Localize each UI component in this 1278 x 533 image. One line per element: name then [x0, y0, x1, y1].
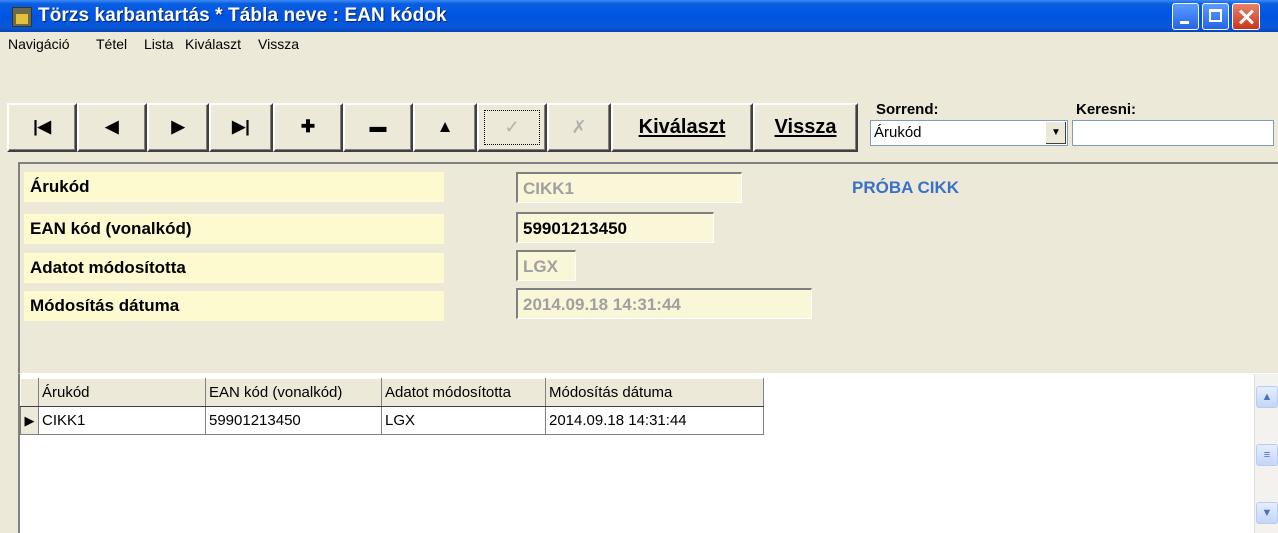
vertical-scrollbar[interactable]: ▲ ≡ ▼ [1254, 374, 1278, 533]
close-button[interactable] [1232, 3, 1260, 30]
check-icon: ✓ [504, 117, 520, 137]
first-record-icon: |◀ [33, 117, 51, 136]
title-bar[interactable]: Törzs karbantartás * Tábla neve : EAN kó… [0, 0, 1278, 32]
menu-bar: Navigáció Tétel Lista Kiválaszt Vissza [0, 32, 1278, 56]
window-title: Törzs karbantartás * Tábla neve : EAN kó… [38, 5, 447, 26]
grid-indicator-header [20, 378, 39, 407]
chevron-down-icon[interactable]: ▼ [1045, 122, 1066, 144]
cancel-icon: ✗ [571, 117, 587, 137]
back-button[interactable]: Vissza [753, 103, 858, 152]
menu-navigacio[interactable]: Navigáció [8, 36, 69, 52]
arukod-field[interactable]: CIKK1 [516, 172, 742, 203]
field-label-ean: EAN kód (vonalkód) [24, 214, 444, 244]
app-icon[interactable] [12, 7, 32, 27]
sort-label: Sorrend: [876, 101, 939, 118]
ean-field[interactable]: 59901213450 [516, 212, 714, 243]
table-cell[interactable]: LGX [381, 406, 546, 435]
data-grid[interactable]: Árukód EAN kód (vonalkód) Adatot módosít… [18, 374, 1278, 533]
scroll-up-icon[interactable]: ▲ [1256, 386, 1278, 408]
table-cell[interactable]: 59901213450 [205, 406, 382, 435]
delete-record-button[interactable]: ▬ [343, 103, 413, 152]
table-cell[interactable]: 2014.09.18 14:31:44 [545, 406, 764, 435]
search-input[interactable] [1072, 120, 1274, 146]
menu-kivalaszt[interactable]: Kiválaszt [185, 36, 241, 52]
delete-record-icon: ▬ [369, 117, 387, 136]
field-label-arukod: Árukód [24, 172, 444, 202]
grid-table: Árukód EAN kód (vonalkód) Adatot módosít… [20, 378, 764, 435]
select-button[interactable]: Kiválaszt [611, 103, 753, 152]
record-form: Árukód EAN kód (vonalkód) Adatot módosít… [18, 162, 1278, 374]
edit-record-button[interactable]: ▲ [413, 103, 477, 152]
sort-select[interactable]: Árukód ▼ [870, 120, 1068, 146]
table-cell[interactable]: CIKK1 [38, 406, 206, 435]
scroll-thumb[interactable]: ≡ [1256, 444, 1278, 466]
last-record-button[interactable]: ▶| [209, 103, 273, 152]
maximize-button[interactable] [1202, 3, 1229, 30]
menu-tetel[interactable]: Tétel [96, 36, 127, 52]
table-row[interactable]: ▶ CIKK1 59901213450 LGX 2014.09.18 14:31… [20, 406, 764, 435]
add-record-icon: ✚ [300, 117, 316, 136]
product-name: PRÓBA CIKK [852, 178, 960, 197]
grid-header-row: Árukód EAN kód (vonalkód) Adatot módosít… [20, 378, 764, 407]
edit-record-icon: ▲ [436, 117, 454, 136]
first-record-button[interactable]: |◀ [7, 103, 77, 152]
scroll-down-icon[interactable]: ▼ [1256, 502, 1278, 524]
field-label-modositotta: Adatot módosította [24, 253, 444, 283]
search-label: Keresni: [1076, 101, 1137, 118]
next-record-icon: ▶ [171, 117, 185, 136]
previous-record-button[interactable]: ◀ [77, 103, 147, 152]
modositotta-field[interactable]: LGX [516, 250, 576, 281]
minimize-button[interactable] [1172, 3, 1199, 30]
grid-header-ean[interactable]: EAN kód (vonalkód) [205, 378, 382, 407]
datum-field[interactable]: 2014.09.18 14:31:44 [516, 288, 812, 319]
grid-header-arukod[interactable]: Árukód [38, 378, 206, 407]
post-button[interactable]: ✓ [477, 103, 547, 152]
current-row-indicator-icon: ▶ [20, 406, 39, 435]
grid-header-modositotta[interactable]: Adatot módosította [381, 378, 546, 407]
grid-header-datum[interactable]: Módosítás dátuma [545, 378, 764, 407]
previous-record-icon: ◀ [105, 117, 119, 136]
last-record-icon: ▶| [232, 117, 250, 136]
cancel-edit-button[interactable]: ✗ [547, 103, 611, 152]
menu-vissza[interactable]: Vissza [258, 36, 299, 52]
add-record-button[interactable]: ✚ [273, 103, 343, 152]
field-label-datum: Módosítás dátuma [24, 291, 444, 321]
sort-select-value: Árukód [874, 124, 922, 141]
menu-lista[interactable]: Lista [144, 36, 174, 52]
next-record-button[interactable]: ▶ [147, 103, 209, 152]
